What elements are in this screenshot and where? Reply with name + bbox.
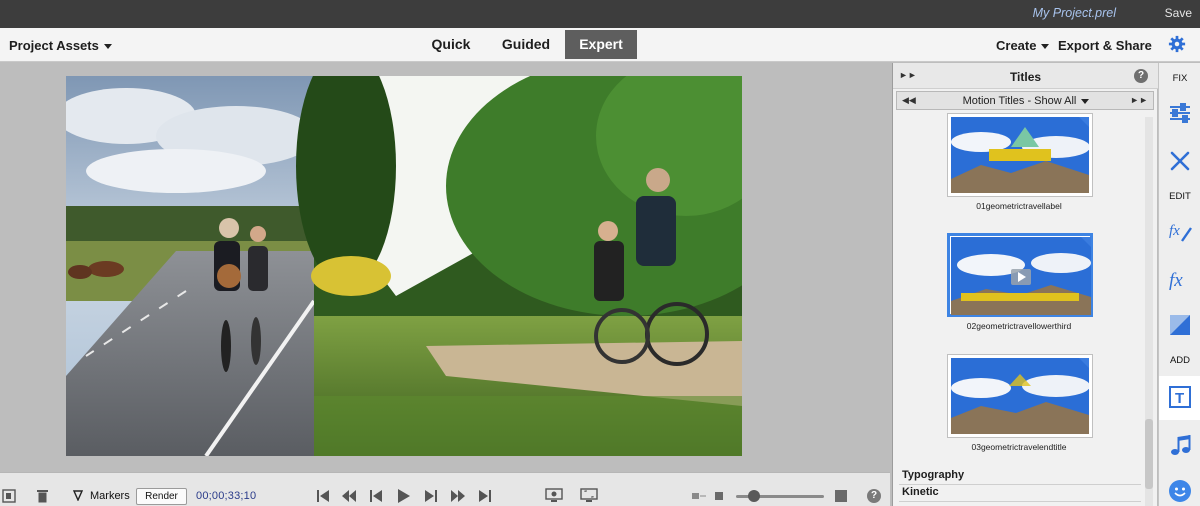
svg-text:fx: fx <box>1169 270 1183 291</box>
render-button[interactable]: Render <box>136 488 187 505</box>
create-label: Create <box>996 38 1037 53</box>
monitor-settings-icon[interactable] <box>545 488 563 503</box>
step-back-icon[interactable] <box>369 489 383 503</box>
chevron-down-icon <box>1041 44 1050 50</box>
title-thumbnail-2[interactable] <box>947 233 1093 317</box>
section-kinetic[interactable]: Kinetic <box>902 486 939 498</box>
title-thumbnail-1[interactable] <box>947 113 1093 197</box>
zoom-slider-handle[interactable] <box>747 490 760 502</box>
video-preview[interactable] <box>66 76 742 456</box>
rewind-icon[interactable] <box>342 489 356 503</box>
title-name-2: 02geometrictravellowerthird <box>966 321 1072 331</box>
tab-expert[interactable]: Expert <box>565 30 637 59</box>
timecode[interactable]: 00;00;33;10 <box>196 490 256 502</box>
zoom-in-icon[interactable] <box>834 489 848 503</box>
category-selector[interactable]: ◀◀ Motion Titles - Show All ►► <box>896 91 1154 110</box>
music-icon[interactable] <box>1168 433 1192 457</box>
project-name: My Project.prel <box>1032 6 1116 20</box>
tools-sidebar: FIX EDIT fx fx ADD T <box>1158 63 1200 506</box>
step-forward-icon[interactable] <box>424 489 438 503</box>
marker-icon[interactable] <box>73 490 83 501</box>
titles-panel-header: ►► Titles ? <box>893 63 1158 89</box>
markers-label[interactable]: Markers <box>90 490 130 502</box>
section-typography[interactable]: Typography <box>902 469 964 481</box>
titles-scrollbar-thumb[interactable] <box>1145 419 1153 489</box>
titles-list: 01geometrictravellabel 02geometrictravel… <box>893 113 1158 506</box>
adjust-sliders-icon[interactable] <box>1168 101 1192 125</box>
export-share-button[interactable]: Export & Share <box>1058 38 1152 53</box>
zoom-out-icon[interactable] <box>690 491 708 501</box>
save-button[interactable]: Save <box>1165 6 1192 20</box>
section-divider <box>899 484 1141 485</box>
category-label: Motion Titles - Show All <box>897 95 1155 107</box>
panel-title: Titles <box>1009 70 1042 84</box>
project-assets-label: Project Assets <box>9 38 99 53</box>
play-icon[interactable] <box>397 488 411 504</box>
color-icon[interactable] <box>1168 313 1192 337</box>
gear-icon[interactable] <box>1168 35 1186 53</box>
main-toolbar: Project Assets Quick Guided Expert Creat… <box>0 28 1200 62</box>
tool-category-add: ADD <box>1169 355 1191 366</box>
tool-category-fix: FIX <box>1172 73 1188 84</box>
tools-icon[interactable] <box>1168 149 1192 173</box>
chevron-down-icon <box>103 44 112 50</box>
svg-text:T: T <box>1175 390 1184 407</box>
trash-icon[interactable] <box>36 488 49 503</box>
title-bar: My Project.prel Save <box>0 0 1200 28</box>
tool-category-edit: EDIT <box>1169 191 1191 202</box>
transport-bar: Markers Render 00;00;33;10 ? <box>0 472 890 506</box>
titles-panel: ►► Titles ? ◀◀ Motion Titles - Show All … <box>892 63 1158 506</box>
goto-start-icon[interactable] <box>316 489 330 503</box>
text-icon[interactable]: T <box>1168 385 1192 409</box>
fx-edit-icon[interactable]: fx <box>1168 219 1192 243</box>
monitor-panel <box>0 63 890 470</box>
title-name-1: 01geometrictravellabel <box>976 201 1062 211</box>
premiere-elements-window: My Project.prel Save Project Assets Quic… <box>0 0 1200 506</box>
fx-icon[interactable]: fx <box>1168 267 1192 291</box>
next-category-icon[interactable]: ►► <box>1130 95 1148 105</box>
panel-help-icon[interactable]: ? <box>1134 69 1148 83</box>
goto-end-icon[interactable] <box>478 489 492 503</box>
fast-forward-icon[interactable] <box>451 489 465 503</box>
section-divider <box>899 501 1141 502</box>
create-menu[interactable]: Create <box>996 38 1050 53</box>
fullscreen-icon[interactable] <box>580 488 598 503</box>
face-icon[interactable] <box>1168 479 1192 503</box>
chevron-down-icon <box>1081 98 1090 104</box>
svg-text:fx: fx <box>1169 223 1180 239</box>
zoom-out-small-icon[interactable] <box>714 491 724 501</box>
title-name-3: 03geometrictravelendtitle <box>971 442 1067 452</box>
project-assets-menu[interactable]: Project Assets <box>9 38 112 53</box>
tab-guided[interactable]: Guided <box>490 30 562 59</box>
tab-quick[interactable]: Quick <box>420 30 482 59</box>
help-icon[interactable]: ? <box>867 489 881 503</box>
title-thumbnail-3[interactable] <box>947 354 1093 438</box>
render-panel-icon[interactable] <box>2 489 16 503</box>
